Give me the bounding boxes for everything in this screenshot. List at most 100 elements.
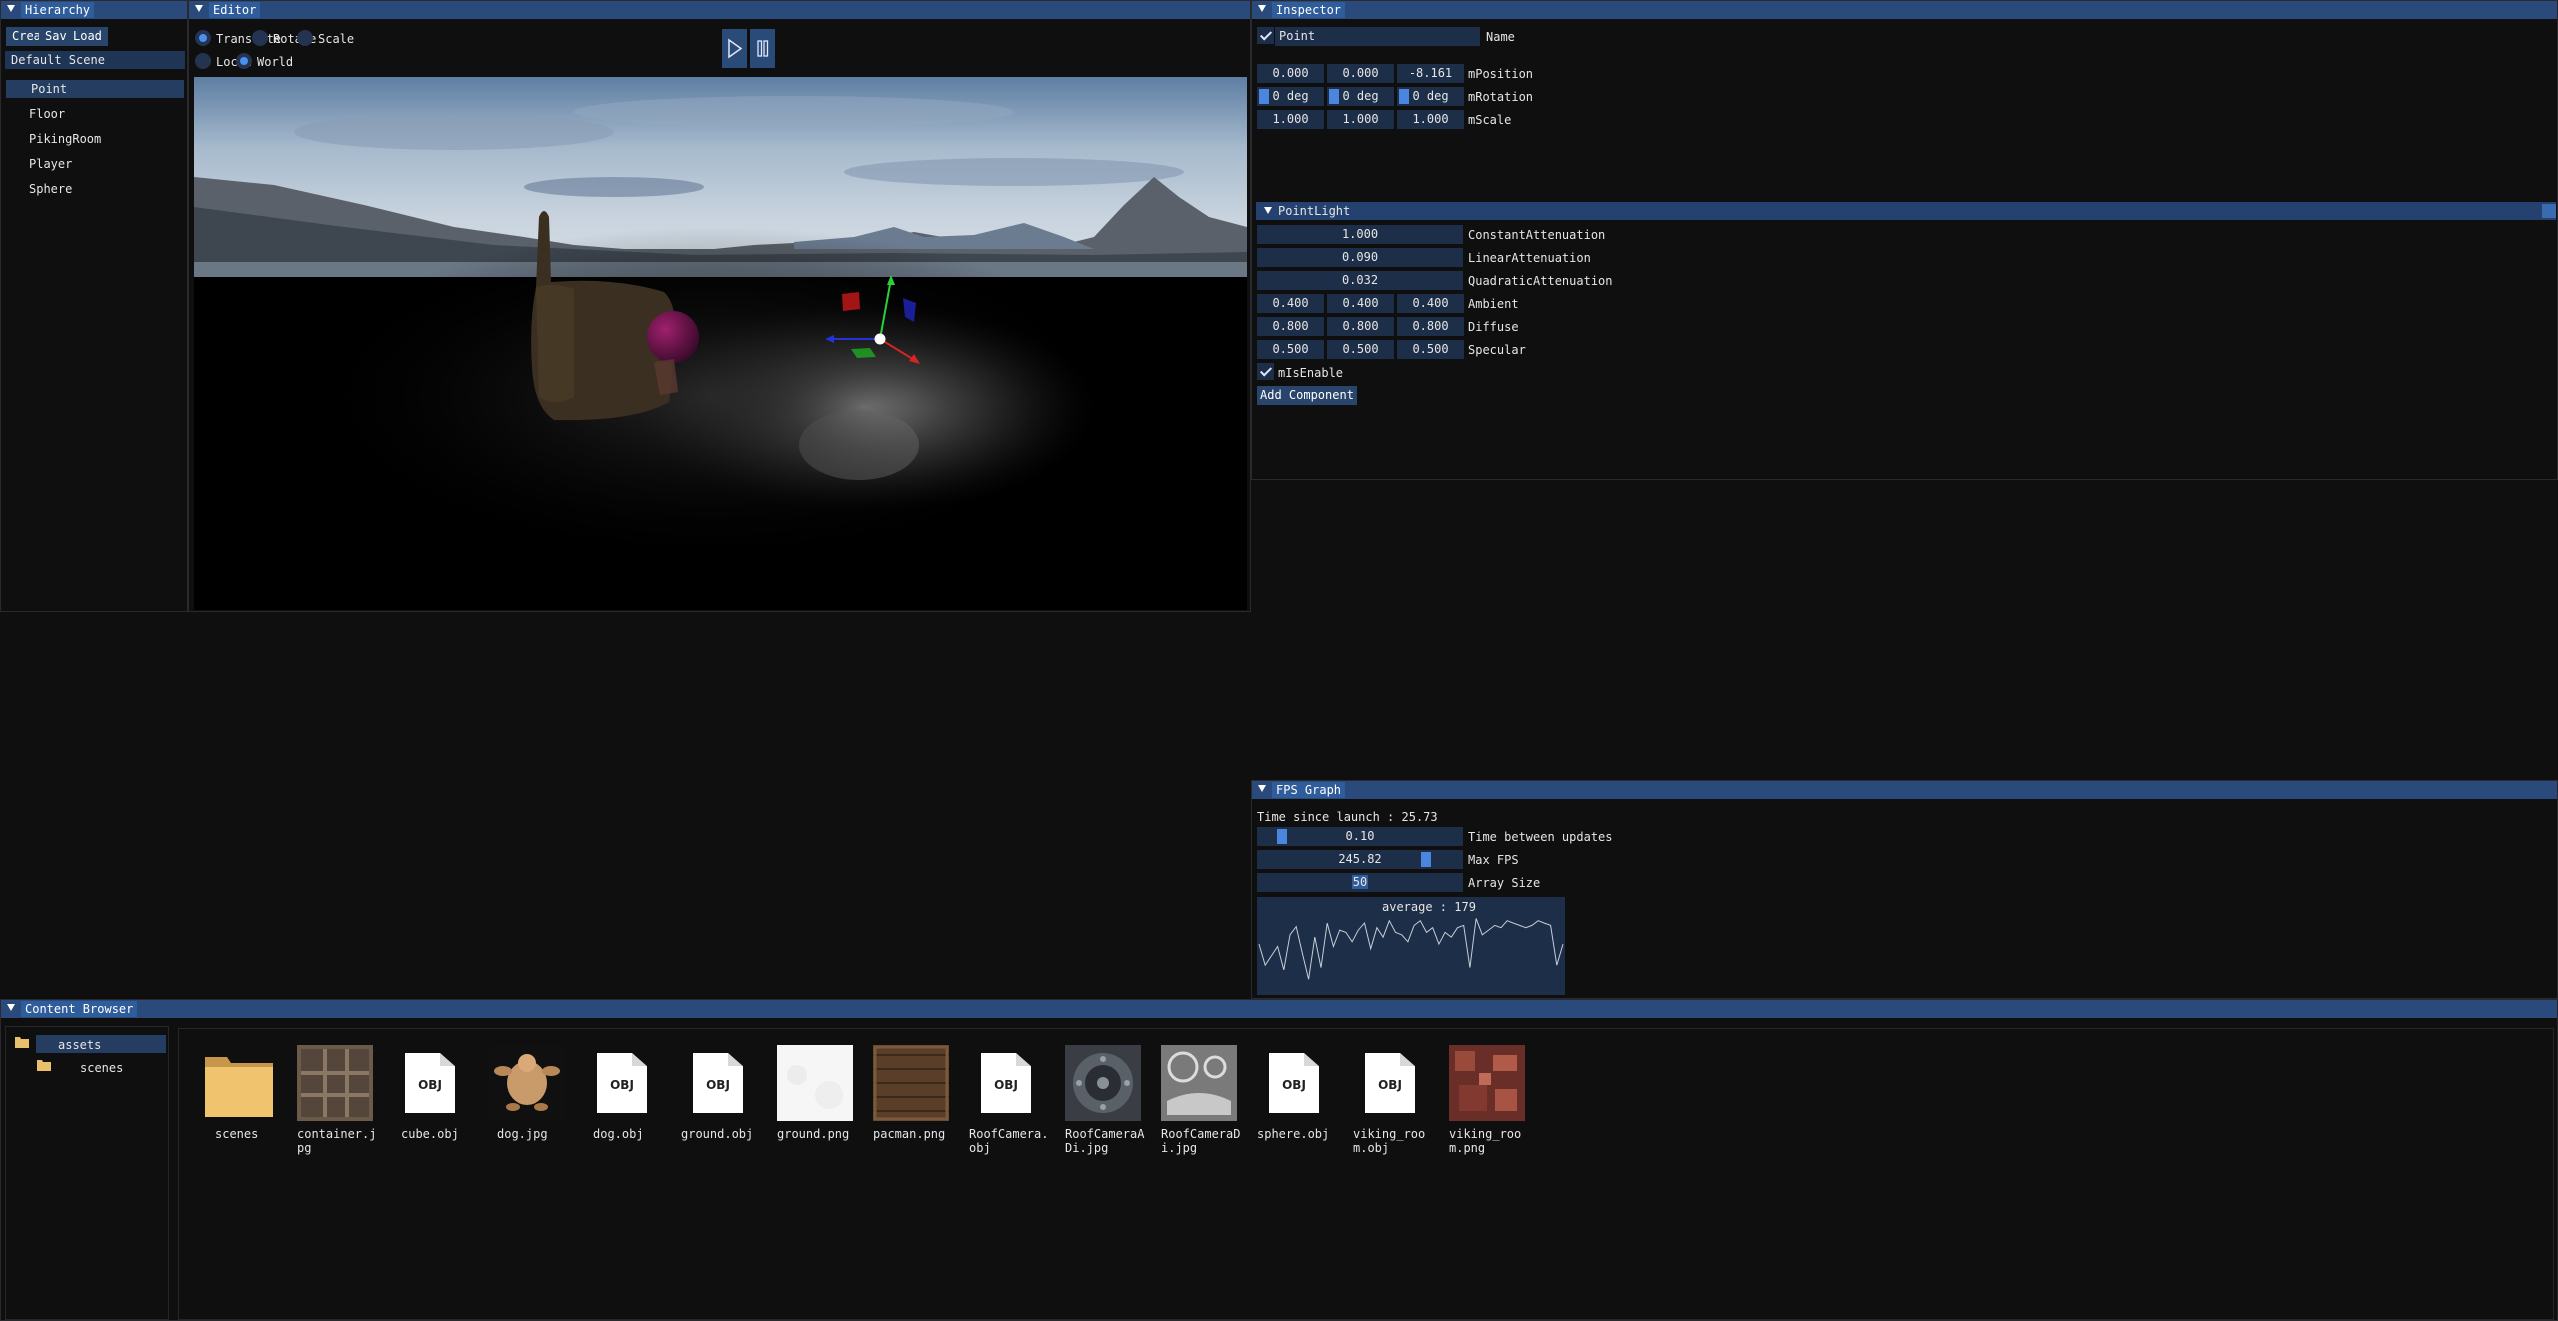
hierarchy-item-pikingroom[interactable]: PikingRoom (29, 132, 101, 146)
asset-name: RoofCameraADi.jpg (1065, 1127, 1145, 1155)
max-fps-slider[interactable]: 245.82 (1257, 850, 1463, 869)
obj-file-icon: OBJ (393, 1045, 469, 1121)
asset-item[interactable]: RoofCameraADi.jpg (1061, 1045, 1145, 1155)
hierarchy-item-point[interactable]: Point (31, 82, 67, 96)
ambient-b[interactable]: 0.400 (1397, 294, 1464, 313)
inspector-title: Inspector (1272, 2, 1346, 18)
rotation-label: mRotation (1468, 90, 1534, 104)
slider-grab[interactable] (1277, 829, 1287, 844)
array-size-input[interactable]: 50 (1257, 873, 1463, 892)
enable-checkbox[interactable] (1257, 363, 1274, 380)
max-fps-value: 245.82 (1338, 852, 1382, 866)
specular-label: Specular (1468, 343, 1526, 357)
asset-item[interactable]: OBJ ground.obj (677, 1045, 761, 1141)
pointlight-header[interactable]: PointLight (1256, 202, 2556, 220)
asset-item[interactable]: ground.png (773, 1045, 857, 1141)
folder-icon (201, 1045, 277, 1121)
asset-item[interactable]: OBJ sphere.obj (1253, 1045, 1337, 1141)
scale-radio[interactable] (297, 30, 313, 46)
scene-header[interactable]: Default Scene (5, 51, 185, 69)
asset-item[interactable]: dog.jpg (485, 1045, 569, 1141)
folder-tree: assets scenes (5, 1026, 169, 1320)
play-button[interactable] (722, 29, 747, 68)
slider-grab[interactable] (1329, 89, 1339, 104)
scale-x[interactable]: 1.000 (1257, 110, 1324, 129)
rotation-x-value: 0 deg (1272, 89, 1309, 103)
linear-attenuation-input[interactable]: 0.090 (1257, 248, 1463, 267)
asset-item[interactable]: viking_room.png (1445, 1045, 1529, 1155)
slider-grab[interactable] (1399, 89, 1409, 104)
local-radio[interactable] (195, 53, 211, 69)
hierarchy-item-floor[interactable]: Floor (29, 107, 65, 121)
active-checkbox[interactable] (1257, 27, 1274, 44)
slider-grab[interactable] (1259, 89, 1269, 104)
translate-radio[interactable] (195, 30, 211, 46)
specular-r[interactable]: 0.500 (1257, 340, 1324, 359)
collapse-arrow-icon[interactable] (1258, 785, 1266, 792)
position-z[interactable]: -8.161 (1397, 64, 1464, 83)
hierarchy-titlebar[interactable]: Hierarchy (1, 1, 187, 19)
collapse-arrow-icon[interactable] (195, 5, 203, 12)
position-y[interactable]: 0.000 (1327, 64, 1394, 83)
scene-render (194, 77, 1247, 610)
scale-y[interactable]: 1.000 (1327, 110, 1394, 129)
inspector-titlebar[interactable]: Inspector (1252, 1, 2557, 19)
tree-scenes[interactable]: scenes (80, 1061, 123, 1075)
slider-grab[interactable] (1421, 852, 1431, 867)
component-menu-button[interactable] (2542, 204, 2556, 218)
rotation-y[interactable]: 0 deg (1327, 87, 1394, 106)
tree-assets[interactable]: assets (58, 1038, 101, 1052)
asset-item[interactable]: OBJ RoofCamera.obj (965, 1045, 1049, 1155)
scale-z[interactable]: 1.000 (1397, 110, 1464, 129)
fps-titlebar[interactable]: FPS Graph (1252, 781, 2557, 799)
asset-item[interactable]: scenes (197, 1045, 281, 1141)
rotation-x[interactable]: 0 deg (1257, 87, 1324, 106)
editor-titlebar[interactable]: Editor (189, 1, 1250, 19)
update-interval-value: 0.10 (1345, 829, 1375, 843)
editor-panel: Editor Translate Rotate Scale Local Worl… (188, 0, 1251, 612)
diffuse-g[interactable]: 0.800 (1327, 317, 1394, 336)
name-input[interactable]: Point (1275, 27, 1480, 46)
scene-viewport[interactable] (194, 77, 1247, 610)
image-thumbnail (489, 1045, 565, 1121)
asset-name: sphere.obj (1257, 1127, 1330, 1141)
pause-button[interactable] (750, 29, 775, 68)
rotation-z[interactable]: 0 deg (1397, 87, 1464, 106)
translate-label: Translate (216, 32, 282, 46)
rotation-y-value: 0 deg (1342, 89, 1379, 103)
obj-file-icon: OBJ (969, 1045, 1045, 1121)
asset-item[interactable]: pacman.png (869, 1045, 953, 1141)
diffuse-b[interactable]: 0.800 (1397, 317, 1464, 336)
add-component-button[interactable]: Add Component (1257, 386, 1357, 405)
position-x[interactable]: 0.000 (1257, 64, 1324, 83)
asset-name: RoofCameraDi.jpg (1161, 1127, 1241, 1155)
asset-name: dog.obj (593, 1127, 644, 1141)
asset-name: RoofCamera.obj (969, 1127, 1049, 1155)
collapse-arrow-icon[interactable] (7, 5, 15, 12)
asset-item[interactable]: OBJ cube.obj (389, 1045, 473, 1141)
constant-attenuation-label: ConstantAttenuation (1468, 228, 1606, 242)
rotate-radio[interactable] (252, 30, 268, 46)
update-interval-slider[interactable]: 0.10 (1257, 827, 1463, 846)
asset-item[interactable]: container.jpg (293, 1045, 377, 1155)
specular-g[interactable]: 0.500 (1327, 340, 1394, 359)
content-browser-titlebar[interactable]: Content Browser (1, 1000, 2557, 1018)
world-radio[interactable] (236, 53, 252, 69)
ambient-r[interactable]: 0.400 (1257, 294, 1324, 313)
load-button[interactable]: Load (67, 27, 108, 46)
hierarchy-item-player[interactable]: Player (29, 157, 72, 171)
quadratic-attenuation-input[interactable]: 0.032 (1257, 271, 1463, 290)
rotation-z-value: 0 deg (1412, 89, 1449, 103)
asset-item[interactable]: RoofCameraDi.jpg (1157, 1045, 1241, 1155)
asset-item[interactable]: OBJ viking_room.obj (1349, 1045, 1433, 1155)
specular-b[interactable]: 0.500 (1397, 340, 1464, 359)
constant-attenuation-input[interactable]: 1.000 (1257, 225, 1463, 244)
diffuse-r[interactable]: 0.800 (1257, 317, 1324, 336)
collapse-arrow-icon[interactable] (7, 1004, 15, 1011)
hierarchy-item-sphere[interactable]: Sphere (29, 182, 72, 196)
collapse-arrow-icon[interactable] (1258, 5, 1266, 12)
ambient-g[interactable]: 0.400 (1327, 294, 1394, 313)
image-thumbnail (777, 1045, 853, 1121)
fps-title: FPS Graph (1272, 782, 1346, 798)
asset-item[interactable]: OBJ dog.obj (581, 1045, 665, 1141)
